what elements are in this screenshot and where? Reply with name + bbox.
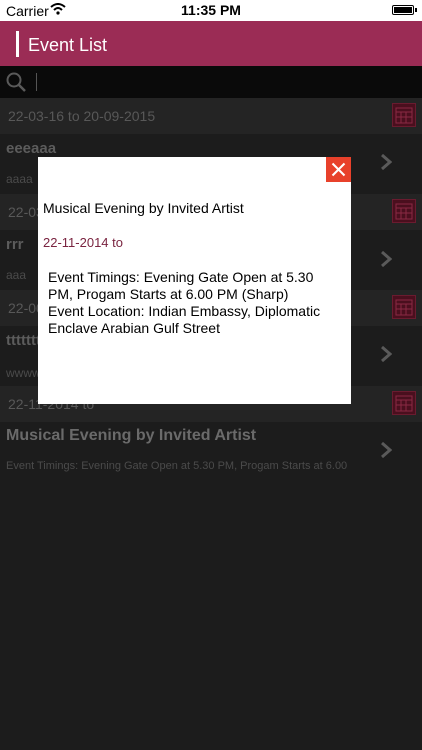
popup-description: Event Timings: Evening Gate Open at 5.30… bbox=[48, 269, 321, 336]
status-bar: Carrier 11:35 PM bbox=[0, 0, 422, 21]
search-input[interactable] bbox=[36, 73, 37, 91]
clock-time: 11:35 PM bbox=[181, 2, 241, 18]
event-date: 22-03-16 to 20-09-2015 bbox=[8, 108, 156, 124]
calendar-icon[interactable] bbox=[392, 295, 416, 319]
date-row: 22-03-16 to 20-09-2015 bbox=[0, 98, 422, 134]
calendar-icon[interactable] bbox=[392, 103, 416, 127]
title-accent-bar bbox=[16, 31, 19, 57]
chevron-right-icon[interactable] bbox=[380, 345, 392, 363]
chevron-right-icon[interactable] bbox=[380, 250, 392, 268]
popup-date: 22-11-2014 to bbox=[43, 235, 123, 250]
chevron-right-icon[interactable] bbox=[380, 441, 392, 459]
event-subtitle: aaaa bbox=[6, 172, 33, 186]
event-title[interactable]: rrr bbox=[6, 236, 24, 253]
nav-bar: Event List bbox=[0, 21, 422, 66]
event-title[interactable]: eeeaaa bbox=[6, 140, 56, 157]
calendar-icon[interactable] bbox=[392, 391, 416, 415]
event-title[interactable]: Musical Evening by Invited Artist bbox=[6, 427, 256, 445]
close-button[interactable] bbox=[326, 157, 351, 182]
search-icon[interactable] bbox=[5, 71, 27, 93]
event-subtitle: aaa bbox=[6, 268, 27, 282]
chevron-right-icon[interactable] bbox=[380, 153, 392, 171]
close-icon[interactable] bbox=[331, 162, 346, 177]
search-bar[interactable] bbox=[0, 66, 422, 98]
battery-icon bbox=[392, 5, 417, 15]
popup-title: Musical Evening by Invited Artist bbox=[43, 200, 244, 216]
page-title: Event List bbox=[28, 35, 108, 55]
event-detail-popup: Musical Evening by Invited Artist 22-11-… bbox=[38, 157, 351, 404]
calendar-icon[interactable] bbox=[392, 199, 416, 223]
event-subtitle: Event Timings: Evening Gate Open at 5.30… bbox=[6, 460, 348, 472]
